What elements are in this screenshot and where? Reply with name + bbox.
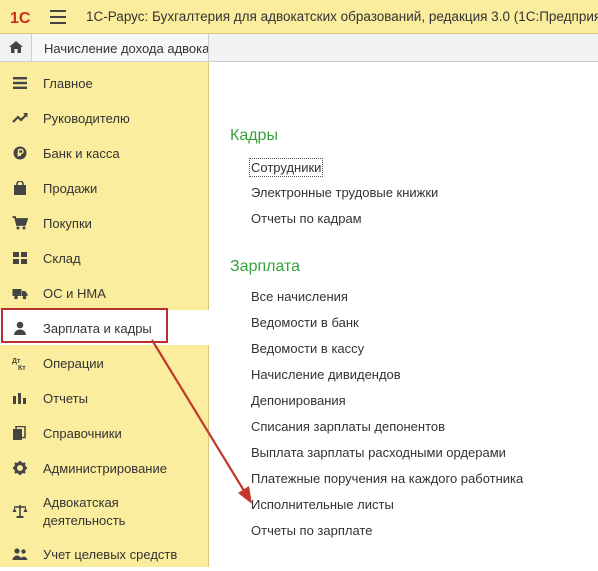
section-title-hr: Кадры — [230, 127, 278, 144]
link-dividend-accrual[interactable]: Начисление дивидендов — [251, 367, 401, 382]
link-bank-statements[interactable]: Ведомости в банк — [251, 315, 359, 330]
sidebar-item-warehouse[interactable]: Склад — [0, 240, 208, 275]
svg-text:1С: 1С — [10, 10, 31, 26]
sidebar-item-label: Покупки — [43, 216, 92, 231]
sidebar-item-label: Справочники — [43, 426, 122, 441]
tab-bar: Начисление дохода адвоката — [0, 34, 598, 62]
1c-logo-icon[interactable]: 1С — [10, 8, 36, 26]
link-cash-statements[interactable]: Ведомости в кассу — [251, 341, 364, 356]
sidebar-item-label: Продажи — [43, 181, 98, 196]
sidebar-item-label: Склад — [43, 251, 81, 266]
shopping-bag-icon — [14, 181, 26, 195]
sidebar-item-label: Операции — [43, 356, 104, 371]
sidebar-item-administration[interactable]: Администрирование — [0, 450, 208, 485]
link-electronic-work-books[interactable]: Электронные трудовые книжки — [251, 185, 438, 200]
link-salary-reports[interactable]: Отчеты по зарплате — [251, 523, 372, 538]
link-writs-of-execution[interactable]: Исполнительные листы — [251, 497, 394, 512]
sidebar-item-label: Банк и касса — [43, 146, 120, 161]
section-title-salary: Зарплата — [230, 258, 301, 275]
hamburger-icon — [13, 77, 27, 89]
sidebar-item-label: ОС и НМА — [43, 286, 106, 301]
sidebar-item-label: Администрирование — [43, 461, 167, 476]
home-button[interactable] — [0, 34, 32, 61]
home-icon — [9, 41, 23, 53]
highlight-box — [1, 308, 168, 343]
sidebar-item-advocacy[interactable]: Адвокатская деятельность — [0, 490, 208, 530]
sidebar-item-label: Главное — [43, 76, 93, 91]
title-bar: 1С 1С-Рарус: Бухгалтерия для адвокатских… — [0, 0, 598, 34]
link-depositions[interactable]: Депонирования — [251, 393, 346, 408]
sidebar-item-label: Отчеты — [43, 391, 88, 406]
sidebar-item-sales[interactable]: Продажи — [0, 170, 208, 205]
link-cash-order-payouts[interactable]: Выплата зарплаты расходными ордерами — [251, 445, 506, 460]
svg-text:Дт: Дт — [12, 358, 21, 365]
sidebar-item-reports[interactable]: Отчеты — [0, 380, 208, 415]
sidebar-item-bank-cash[interactable]: Банк и касса — [0, 135, 208, 170]
ruble-coin-icon — [13, 146, 27, 160]
truck-icon — [12, 289, 28, 300]
sidebar-item-operations[interactable]: Дт Кт Операции — [0, 345, 208, 380]
sidebar-item-manager[interactable]: Руководителю — [0, 100, 208, 135]
sidebar-item-label: Учет целевых средств — [43, 547, 178, 562]
shopping-cart-icon — [12, 216, 28, 230]
trend-icon — [12, 113, 28, 123]
debit-credit-icon: ДтКт — [12, 358, 26, 370]
sidebar-item-purchases[interactable]: Покупки — [0, 205, 208, 240]
sidebar-item-label: Адвокатская деятельность — [43, 495, 126, 528]
svg-text:Кт: Кт — [18, 365, 26, 370]
tab-current-document[interactable]: Начисление дохода адвоката — [32, 34, 209, 61]
scales-icon — [12, 505, 28, 518]
section-panel: Кадры Сотрудники Электронные трудовые кн… — [209, 62, 598, 567]
sidebar-item-target-funds[interactable]: Учет целевых средств — [0, 536, 208, 571]
main-menu-icon[interactable] — [50, 10, 66, 24]
warehouse-grid-icon — [13, 252, 27, 264]
gear-icon — [13, 461, 27, 475]
sidebar-item-label: Руководителю — [43, 111, 130, 126]
bar-chart-icon — [13, 393, 26, 404]
sidebar-item-fixed-assets[interactable]: ОС и НМА — [0, 275, 208, 310]
app-title: 1С-Рарус: Бухгалтерия для адвокатских об… — [86, 9, 598, 24]
link-employees[interactable]: Сотрудники — [248, 158, 324, 177]
people-icon — [12, 548, 28, 560]
sidebar-item-main[interactable]: Главное — [0, 65, 208, 100]
link-all-accruals[interactable]: Все начисления — [251, 289, 348, 304]
link-payment-orders-per-employee[interactable]: Платежные поручения на каждого работника — [251, 471, 523, 486]
books-icon — [13, 426, 26, 440]
link-depositor-writeoffs[interactable]: Списания зарплаты депонентов — [251, 419, 445, 434]
sidebar-item-catalogs[interactable]: Справочники — [0, 415, 208, 450]
link-hr-reports[interactable]: Отчеты по кадрам — [251, 211, 362, 226]
